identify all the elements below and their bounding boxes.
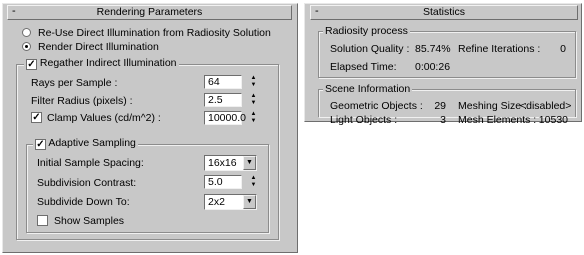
refine-iterations-label: Refine Iterations : — [458, 43, 541, 55]
filter-spinner[interactable]: ▲ ▼ — [249, 93, 258, 107]
spinner-down-icon[interactable]: ▼ — [249, 182, 258, 189]
chevron-down-icon[interactable]: ▼ — [243, 156, 256, 170]
initial-spacing-value: 16x16 — [208, 157, 237, 169]
geometric-objects-label: Geometric Objects : — [330, 100, 423, 112]
spinner-down-icon[interactable]: ▼ — [249, 100, 258, 107]
spinner-down-icon[interactable]: ▼ — [249, 82, 258, 89]
show-samples-label: Show Samples — [54, 215, 125, 227]
clamp-checkbox[interactable]: ✓ — [31, 112, 42, 123]
rays-label: Rays per Sample : — [31, 77, 118, 89]
solution-quality-value: 85.74% — [415, 43, 451, 55]
light-objects-value: 3 — [440, 114, 446, 126]
initial-spacing-select[interactable]: 16x16 ▼ — [204, 155, 257, 171]
rollout-title: Statistics — [422, 6, 465, 18]
rollout-title: Rendering Parameters — [96, 6, 203, 18]
contrast-label: Subdivision Contrast: — [37, 177, 137, 189]
clamp-label: Clamp Values (cd/m^2) : — [47, 112, 161, 124]
filter-label: Filter Radius (pixels) : — [31, 95, 133, 107]
geometric-objects-value: 29 — [434, 100, 446, 112]
rays-spinner[interactable]: ▲ ▼ — [249, 75, 258, 89]
meshing-size-label: Meshing Size : — [458, 100, 527, 112]
regather-checkbox[interactable]: ✓ — [26, 59, 37, 70]
solution-quality-label: Solution Quality : — [330, 43, 410, 55]
elapsed-time-value: 0:00:26 — [415, 61, 451, 73]
adaptive-group-title: ✓ Adaptive Sampling — [33, 137, 138, 150]
spinner-down-icon[interactable]: ▼ — [249, 118, 258, 125]
initial-spacing-label: Initial Sample Spacing: — [37, 157, 144, 169]
regather-group-title: ✓ Regather Indirect Illumination — [24, 57, 179, 70]
elapsed-time-label: Elapsed Time: — [330, 61, 397, 73]
chevron-down-icon[interactable]: ▼ — [243, 195, 256, 209]
spinner-up-icon[interactable]: ▲ — [249, 111, 258, 118]
spinner-up-icon[interactable]: ▲ — [249, 175, 258, 182]
subdivision-contrast-field[interactable]: 5.0 — [204, 175, 242, 189]
render-direct-radio[interactable] — [22, 42, 31, 51]
refine-iterations-value: 0 — [560, 43, 566, 55]
statistics-header[interactable]: - Statistics — [310, 5, 578, 20]
render-direct-label: Render Direct Illumination — [38, 41, 159, 53]
show-samples-checkbox[interactable] — [37, 215, 48, 226]
clamp-spinner[interactable]: ▲ ▼ — [249, 111, 258, 125]
light-objects-label: Light Objects : — [330, 114, 398, 126]
rays-per-sample-field[interactable]: 64 — [204, 75, 242, 89]
radiosity-process-title: Radiosity process — [323, 25, 410, 37]
subdivide-label: Subdivide Down To: — [37, 196, 130, 208]
subdivide-value: 2x2 — [208, 196, 225, 208]
meshing-size-value: <disabled> — [520, 100, 572, 112]
filter-radius-field[interactable]: 2.5 — [204, 93, 242, 107]
regather-label: Regather Indirect Illumination — [39, 57, 177, 69]
adaptive-checkbox[interactable]: ✓ — [35, 139, 46, 150]
collapse-icon[interactable]: - — [12, 5, 16, 18]
reuse-label: Re-Use Direct Illumination from Radiosit… — [38, 27, 271, 39]
adaptive-label: Adaptive Sampling — [48, 137, 136, 149]
spinner-up-icon[interactable]: ▲ — [249, 75, 258, 82]
mesh-elements-value: 10530 — [538, 114, 568, 126]
rendering-parameters-header[interactable]: - Rendering Parameters — [7, 5, 292, 20]
reuse-radio[interactable] — [22, 28, 31, 37]
contrast-spinner[interactable]: ▲ ▼ — [249, 175, 258, 189]
scene-information-title: Scene Information — [323, 83, 413, 95]
mesh-elements-label: Mesh Elements : — [458, 114, 537, 126]
collapse-icon[interactable]: - — [315, 5, 319, 18]
clamp-values-field[interactable]: 10000.0 — [204, 111, 246, 125]
subdivide-select[interactable]: 2x2 ▼ — [204, 194, 257, 210]
spinner-up-icon[interactable]: ▲ — [249, 93, 258, 100]
